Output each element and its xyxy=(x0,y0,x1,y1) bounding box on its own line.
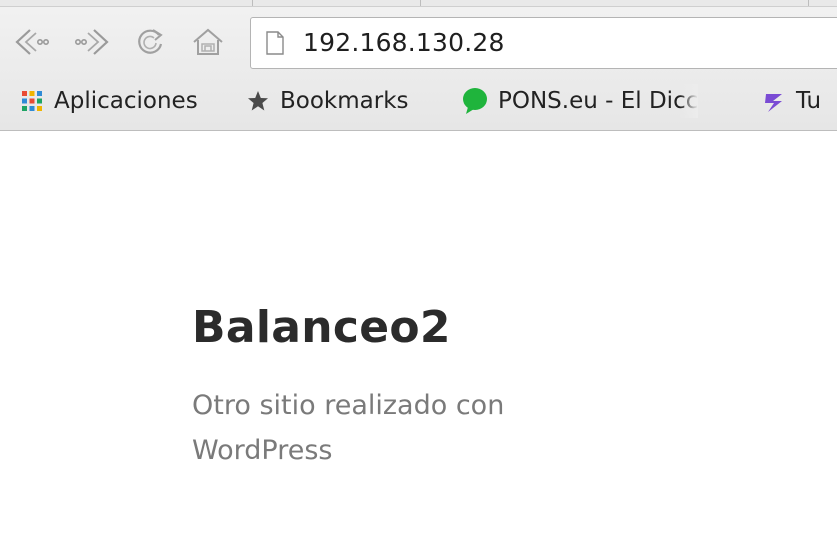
browser-toolbar: 192.168.130.28 Aplicaciones Bookmarks PO… xyxy=(0,0,837,131)
bookmark-tu[interactable]: Tu xyxy=(762,84,821,118)
bookmark-pons[interactable]: PONS.eu - El Dicc xyxy=(462,84,699,118)
tab-divider xyxy=(252,0,253,6)
tab-divider xyxy=(808,0,809,6)
back-button[interactable] xyxy=(12,20,52,64)
bookmark-aplicaciones[interactable]: Aplicaciones xyxy=(20,84,198,118)
back-arrow-icon xyxy=(15,29,49,55)
site-description: Otro sitio realizado con WordPress xyxy=(192,390,505,466)
bookmarks-bar: Aplicaciones Bookmarks PONS.eu - El Dicc xyxy=(0,80,837,124)
pons-bubble-icon xyxy=(462,87,488,115)
tab-divider xyxy=(420,0,421,6)
bookmark-label: PONS.eu - El Dicc xyxy=(498,88,699,114)
label-fade xyxy=(680,84,699,118)
apps-grid-icon xyxy=(20,89,44,113)
url-text[interactable]: 192.168.130.28 xyxy=(303,28,505,57)
bookmark-label: Aplicaciones xyxy=(54,88,198,114)
tutorial-logo-icon xyxy=(762,88,786,114)
home-icon xyxy=(193,28,223,55)
tab-strip xyxy=(0,0,837,7)
reload-icon xyxy=(138,29,163,54)
site-title[interactable]: Balanceo2 xyxy=(192,302,451,353)
forward-arrow-icon xyxy=(74,29,109,55)
home-button[interactable] xyxy=(188,20,228,64)
star-icon xyxy=(246,89,270,113)
page-icon xyxy=(266,31,284,55)
bookmark-label: Tu xyxy=(796,88,822,114)
bookmark-bookmarks[interactable]: Bookmarks xyxy=(246,84,409,118)
address-bar[interactable]: 192.168.130.28 xyxy=(250,17,837,69)
forward-button[interactable] xyxy=(72,20,112,64)
bookmark-label: Bookmarks xyxy=(280,88,409,114)
reload-button[interactable] xyxy=(130,20,170,64)
